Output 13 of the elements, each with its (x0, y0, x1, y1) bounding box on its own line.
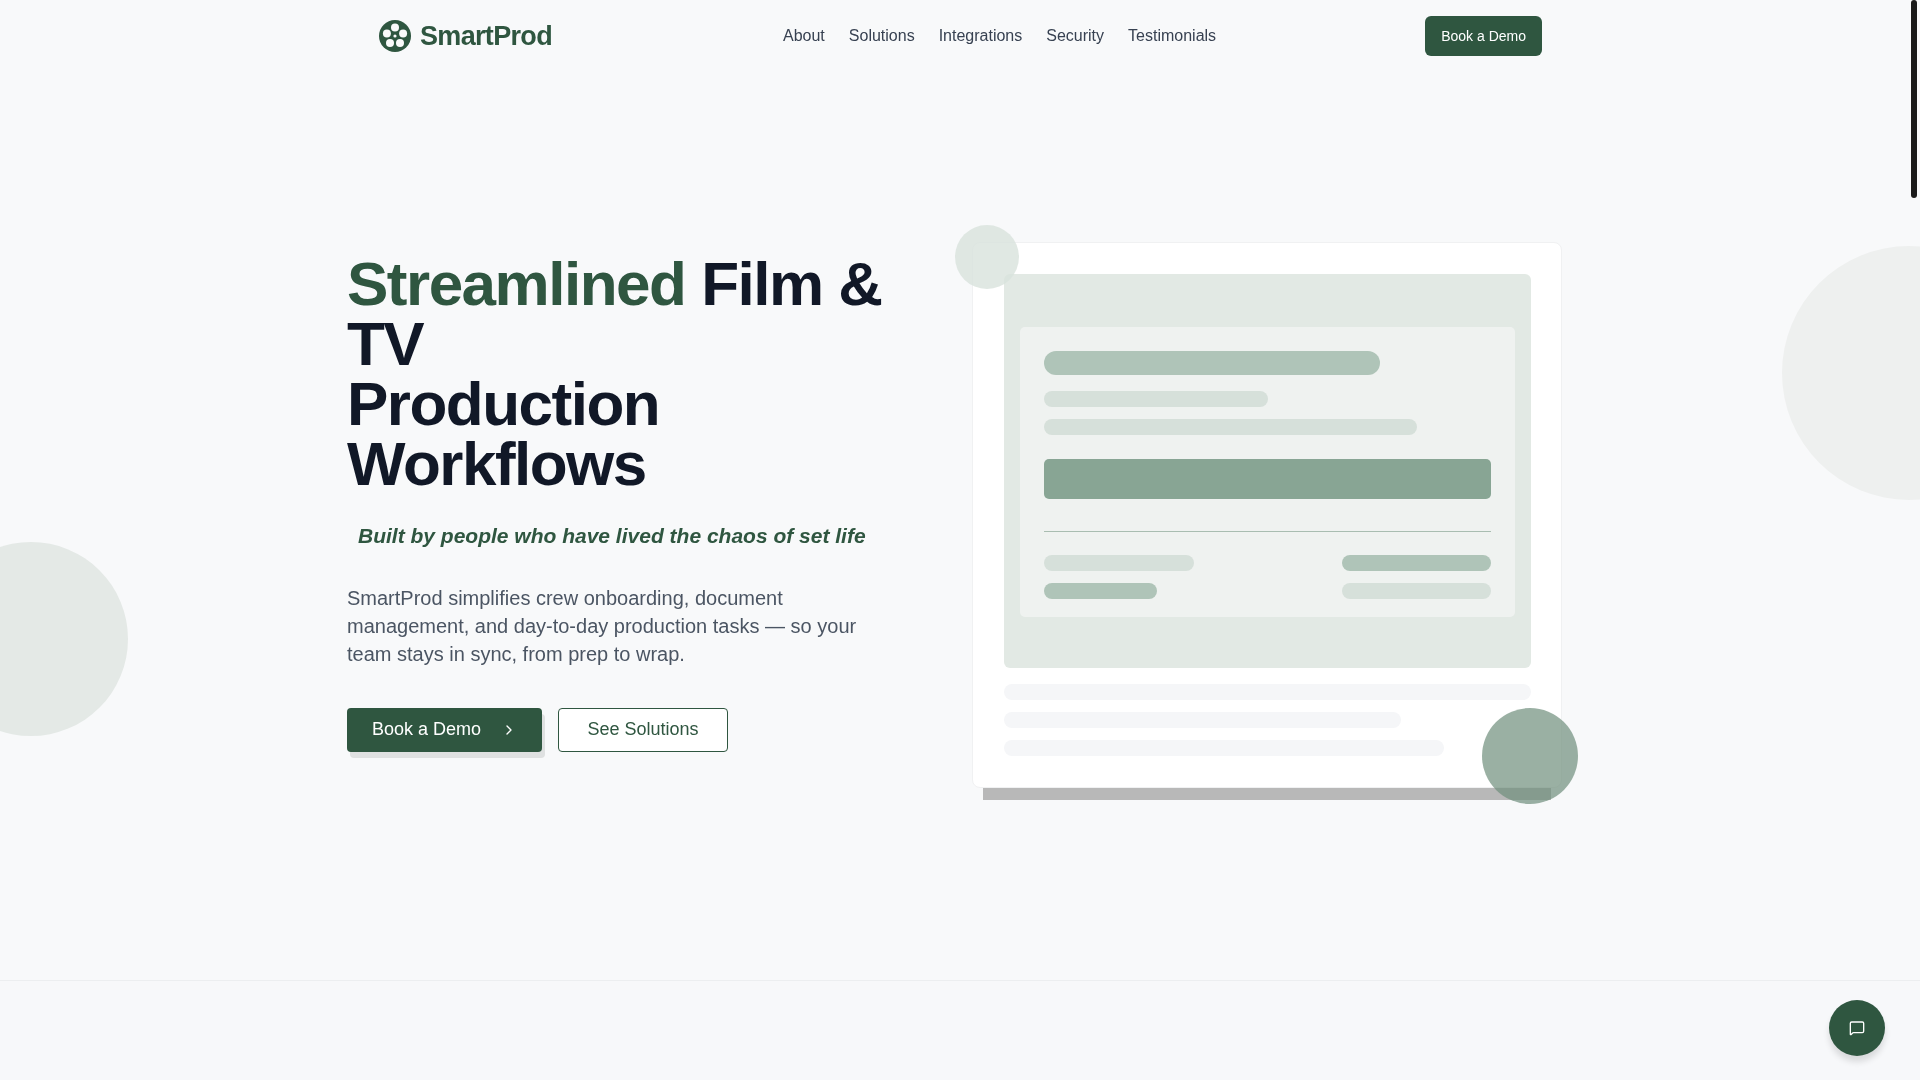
nav-link[interactable]: Solutions (848, 24, 915, 48)
book-demo-button[interactable]: Book a Demo (1425, 16, 1542, 56)
logo-wordmark: SmartProd (420, 19, 552, 53)
film-reel-icon (378, 19, 412, 53)
see-solutions-button[interactable]: See Solutions (558, 707, 728, 752)
nav-link[interactable]: Integrations (938, 24, 1023, 48)
hero-tagline: Built by people who have lived the chaos of set life (358, 523, 867, 549)
hero-description: SmartProd simplifies crew onboarding, document management, and day-to-day production tasks — so your team stays in sync, from prep to wrap. (347, 585, 858, 667)
nav-link[interactable]: Testimonials (1128, 24, 1217, 48)
nav-link[interactable]: Security (1046, 24, 1105, 48)
nav-link[interactable]: About (783, 24, 825, 48)
chat-icon (1849, 1020, 1865, 1036)
hero-heading: Streamlined Film & TV Production Workflows (347, 254, 883, 494)
